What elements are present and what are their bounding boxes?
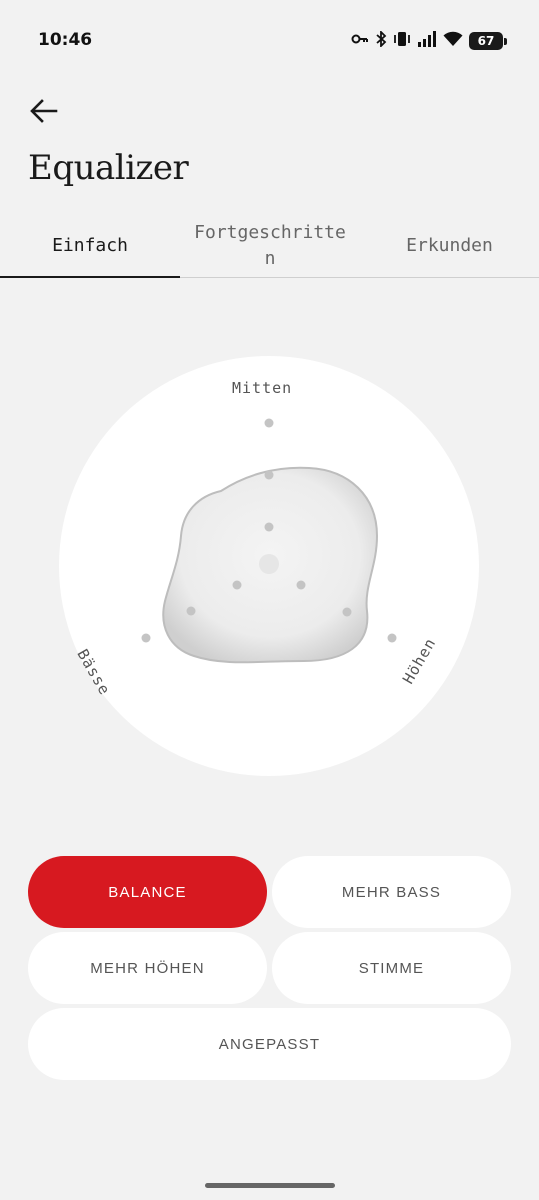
label-mitten: Mitten xyxy=(232,379,293,397)
preset-more-treble-button[interactable]: MEHR HÖHEN xyxy=(28,932,267,1004)
tab-label: Einfach xyxy=(52,235,128,256)
preset-more-bass-button[interactable]: MEHR BASS xyxy=(272,856,511,928)
tab-label: Erkunden xyxy=(406,235,493,256)
battery-indicator: 67 xyxy=(469,32,507,50)
equalizer-graphic xyxy=(141,418,397,664)
preset-balance-button[interactable]: BALANCE xyxy=(28,856,267,928)
back-button[interactable] xyxy=(26,95,62,131)
preset-label: BALANCE xyxy=(108,883,187,901)
bluetooth-icon xyxy=(375,29,387,52)
tab-einfach[interactable]: Einfach xyxy=(0,215,180,277)
preset-custom-button[interactable]: ANGEPASST xyxy=(28,1008,511,1080)
signal-icon xyxy=(417,30,437,52)
page-title: Equalizer xyxy=(28,148,189,188)
preset-label: STIMME xyxy=(358,959,425,977)
preset-label: ANGEPASST xyxy=(218,1035,321,1053)
tab-bar: Einfach Fortgeschritte n Erkunden xyxy=(0,215,539,278)
status-time: 10:46 xyxy=(38,30,93,50)
status-bar: 10:46 67 xyxy=(0,0,539,80)
tab-label: Fortgeschritte n xyxy=(194,222,346,269)
preset-label: MEHR HÖHEN xyxy=(90,959,205,977)
tab-erkunden[interactable]: Erkunden xyxy=(360,215,539,277)
arrow-left-icon xyxy=(30,98,58,128)
center-handle[interactable] xyxy=(259,554,279,574)
preset-voice-button[interactable]: STIMME xyxy=(272,932,511,1004)
home-indicator[interactable] xyxy=(205,1183,335,1188)
equalizer-pad[interactable]: Mitten Bässe Höhen xyxy=(59,356,479,776)
key-icon xyxy=(351,32,369,51)
vibrate-icon xyxy=(393,31,411,52)
preset-label: MEHR BASS xyxy=(341,883,442,901)
tab-fortgeschritten[interactable]: Fortgeschritte n xyxy=(180,215,360,277)
active-tab-indicator xyxy=(0,276,180,278)
wifi-icon xyxy=(443,31,463,52)
status-icons: 67 xyxy=(351,29,507,52)
